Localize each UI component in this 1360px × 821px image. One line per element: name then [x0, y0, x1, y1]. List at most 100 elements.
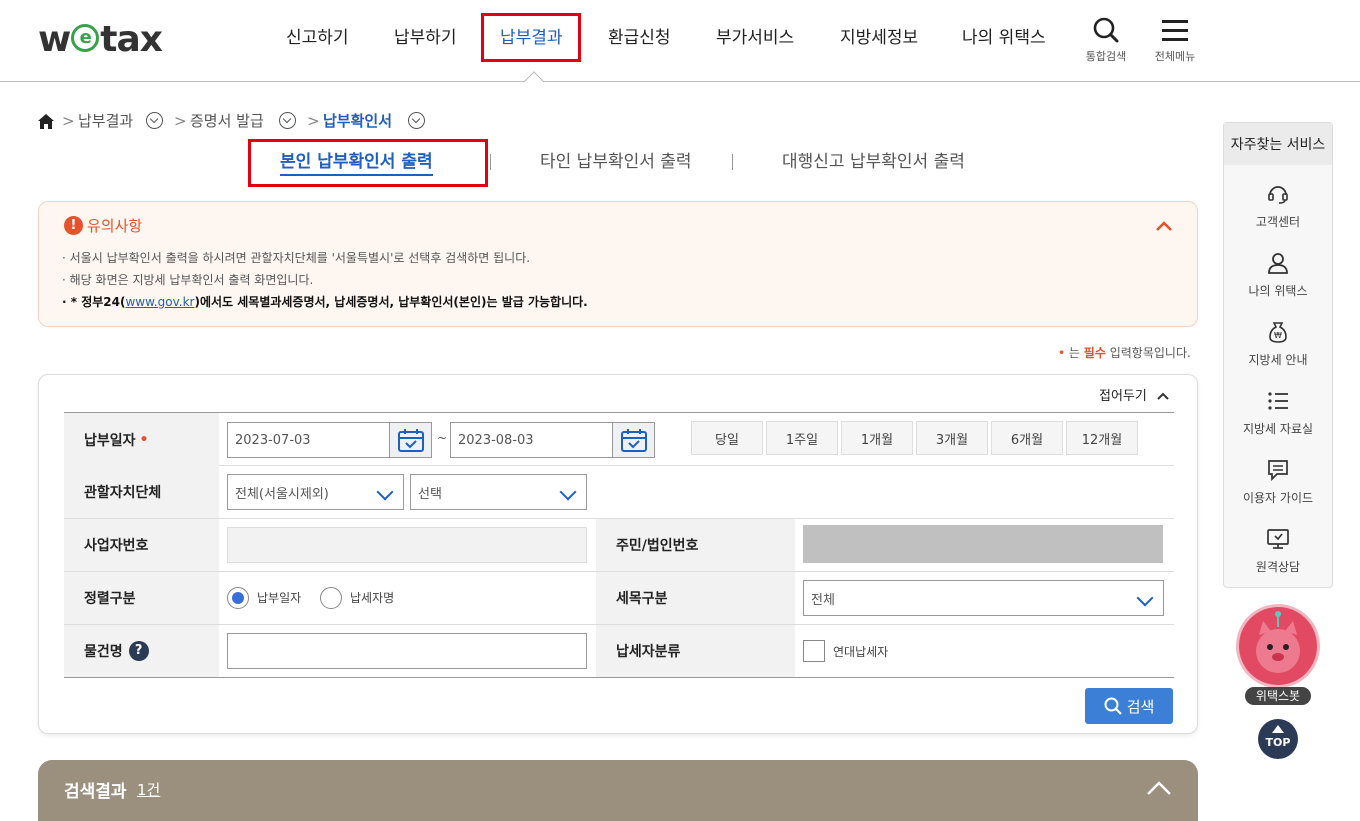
- side-item-customer-center[interactable]: 고객센터: [1224, 177, 1332, 237]
- property-input[interactable]: [227, 633, 587, 669]
- nav-refund[interactable]: 환급신청: [608, 26, 671, 50]
- side-item-user-guide[interactable]: 이용자 가이드: [1224, 453, 1332, 513]
- search-button[interactable]: 검색: [1085, 688, 1173, 724]
- warning-icon: !: [64, 216, 83, 235]
- sort-by-taxpayer-radio[interactable]: [320, 587, 342, 609]
- calendar-icon[interactable]: [389, 423, 431, 457]
- side-item-local-tax-library[interactable]: 지방세 자료실: [1224, 384, 1332, 444]
- nav-local-tax-info[interactable]: 지방세정보: [840, 26, 918, 50]
- notice-line-bold: · * 정부24(www.gov.kr)에서도 세목별과세증명서, 납세증명서,…: [62, 295, 588, 309]
- results-header: 검색결과 1건: [38, 760, 1198, 821]
- pay-date-label: 납부일자 •: [64, 413, 219, 466]
- region-select[interactable]: 전체(서울시제외): [227, 474, 404, 510]
- chevron-up-icon[interactable]: [1156, 221, 1172, 231]
- hamburger-menu-icon: [1162, 20, 1188, 41]
- form-row-pay-date: 납부일자 • 2023-07-03 ~ 2023-08-03 당일 1주일 1개월…: [64, 412, 1174, 466]
- resident-no-label: 주민/법인번호: [596, 519, 795, 571]
- notice-line: · 해당 화면은 지방세 납부확인서 출력 화면입니다.: [62, 273, 314, 287]
- monitor-icon: [1267, 529, 1289, 549]
- date-separator: ~: [437, 431, 448, 445]
- breadcrumb-item-payment-result[interactable]: 납부결과: [78, 110, 133, 132]
- period-3month-button[interactable]: 3개월: [916, 421, 988, 455]
- breadcrumb-separator: >: [62, 112, 75, 130]
- caret-up-icon: [1272, 725, 1284, 733]
- chat-icon: [1268, 460, 1288, 481]
- joint-taxpayer-checkbox[interactable]: [803, 640, 825, 662]
- breadcrumb-item-current[interactable]: 납부확인서: [323, 110, 392, 132]
- sort-option-label: 납세자명: [350, 591, 395, 605]
- nav-report[interactable]: 신고하기: [286, 26, 349, 50]
- tab-divider: [732, 154, 733, 170]
- active-nav-caret: [524, 71, 544, 82]
- tax-item-select[interactable]: 전체: [803, 580, 1164, 616]
- side-item-local-tax-guide[interactable]: ₩ 지방세 안내: [1224, 315, 1332, 375]
- chevron-down-icon: [1136, 589, 1154, 607]
- nav-my-wetax[interactable]: 나의 위택스: [962, 26, 1046, 50]
- property-label: 물건명 ?: [64, 625, 219, 677]
- side-item-my-wetax[interactable]: 나의 위택스: [1224, 246, 1332, 306]
- quick-service-panel: 자주찾는 서비스 고객센터 나의 위택스 ₩ 지방세 안내 지방세 자료실 이용…: [1223, 122, 1333, 588]
- notice-line: · 서울시 납부확인서 출력을 하시려면 관할자치단체를 '서울특별시'로 선택…: [62, 251, 531, 265]
- wetax-logo[interactable]: w e tax: [38, 20, 163, 60]
- business-no-label: 사업자번호: [64, 519, 219, 571]
- form-row-region: 관할자치단체 전체(서울시제외) 선택: [64, 466, 1174, 519]
- money-bag-icon: ₩: [1269, 322, 1287, 343]
- form-row-property: 물건명 ? 납세자분류 연대납세자: [64, 625, 1174, 678]
- form-row-business-no: 사업자번호 주민/법인번호: [64, 519, 1174, 572]
- form-row-sort: 정렬구분 납부일자 납세자명 세목구분 전체: [64, 572, 1174, 625]
- region-label: 관할자치단체: [64, 466, 219, 518]
- active-tab-highlight: [248, 139, 488, 187]
- svg-text:₩: ₩: [1274, 331, 1282, 340]
- period-6month-button[interactable]: 6개월: [991, 421, 1063, 455]
- person-icon: [1268, 253, 1288, 274]
- period-1week-button[interactable]: 1주일: [766, 421, 838, 455]
- help-icon[interactable]: ?: [128, 641, 149, 661]
- sort-label: 정렬구분: [64, 572, 219, 624]
- search-icon: [1104, 697, 1122, 715]
- bot-label: 위택스봇: [1245, 687, 1311, 705]
- chevron-down-icon[interactable]: [146, 112, 163, 129]
- sort-option-label: 납부일자: [257, 591, 302, 605]
- tab-agent-certificate[interactable]: 대행신고 납부확인서 출력: [782, 150, 965, 174]
- tax-item-label: 세목구분: [596, 572, 795, 624]
- collapse-button[interactable]: 접어두기: [1099, 385, 1169, 404]
- search-form: 접어두기 납부일자 • 2023-07-03 ~ 2023-08-03 당일 1주…: [38, 374, 1198, 734]
- bot-mascot-icon: [1256, 611, 1300, 673]
- period-1month-button[interactable]: 1개월: [841, 421, 913, 455]
- calendar-icon[interactable]: [612, 423, 654, 457]
- side-item-remote-support[interactable]: 원격상담: [1224, 522, 1332, 582]
- period-12month-button[interactable]: 12개월: [1066, 421, 1138, 455]
- chevron-down-icon[interactable]: [279, 112, 296, 129]
- date-to-input[interactable]: 2023-08-03: [450, 422, 655, 458]
- sort-by-pay-date-radio[interactable]: [227, 587, 249, 609]
- chevron-down-icon: [559, 483, 577, 501]
- quick-service-title: 자주찾는 서비스: [1224, 123, 1332, 165]
- breadcrumb-item-certificate[interactable]: 증명서 발급: [190, 110, 264, 132]
- nav-pay[interactable]: 납부하기: [394, 26, 457, 50]
- menu-label: 전체메뉴: [1154, 50, 1196, 63]
- business-no-input[interactable]: [227, 527, 587, 563]
- required-note: • 는 필수 입력항목입니다.: [1058, 346, 1191, 360]
- date-from-input[interactable]: 2023-07-03: [227, 422, 432, 458]
- nav-extra-services[interactable]: 부가서비스: [716, 26, 794, 50]
- joint-taxpayer-label: 연대납세자: [833, 645, 889, 659]
- gov-link[interactable]: www.gov.kr: [125, 295, 194, 309]
- tab-other-certificate[interactable]: 타인 납부확인서 출력: [540, 150, 692, 174]
- resident-no-field-masked: [803, 525, 1163, 563]
- notice-panel: ! 유의사항 · 서울시 납부확인서 출력을 하시려면 관할자치단체를 '서울특…: [38, 201, 1198, 327]
- taxpayer-type-label: 납세자분류: [596, 625, 795, 677]
- chevron-down-icon[interactable]: [408, 112, 425, 129]
- wetax-bot-button[interactable]: [1236, 604, 1320, 688]
- search-label: 통합검색: [1085, 50, 1127, 63]
- scroll-top-button[interactable]: TOP: [1258, 719, 1298, 759]
- tab-divider: [490, 154, 491, 170]
- results-title: 검색결과: [64, 782, 127, 802]
- headset-icon: [1268, 186, 1288, 204]
- subregion-select[interactable]: 선택: [410, 474, 587, 510]
- list-icon: [1268, 392, 1288, 410]
- active-nav-highlight: [481, 13, 581, 62]
- chevron-up-icon: [1157, 392, 1169, 400]
- home-icon[interactable]: [38, 114, 54, 129]
- chevron-up-icon[interactable]: [1147, 781, 1171, 795]
- period-today-button[interactable]: 당일: [691, 421, 763, 455]
